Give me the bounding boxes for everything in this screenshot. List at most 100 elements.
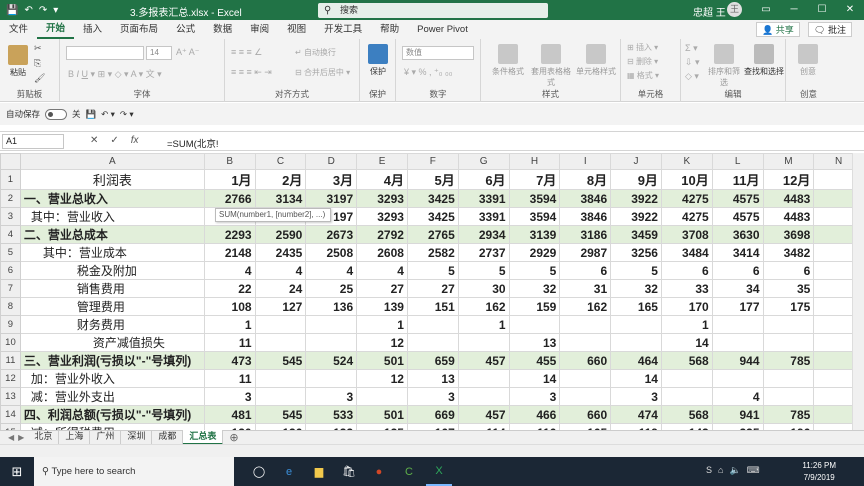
value-cell[interactable]: 4575	[711, 207, 764, 226]
share-button[interactable]: 👤 共享	[756, 22, 800, 37]
value-cell[interactable]	[762, 369, 815, 388]
value-cell[interactable]: 3	[203, 387, 256, 406]
store-icon[interactable]: 🛍	[336, 457, 362, 486]
copy-icon[interactable]: ⎘	[34, 58, 41, 71]
value-cell[interactable]: 3425	[406, 189, 459, 208]
value-cell[interactable]	[305, 369, 358, 388]
value-cell[interactable]: 3	[305, 387, 358, 406]
find-select-button[interactable]: 查找和选择	[744, 44, 784, 77]
ribbon-display-icon[interactable]: ▭	[752, 0, 780, 20]
sheet-tab[interactable]: 成都	[152, 430, 184, 445]
keyboard-icon[interactable]: ⌨	[747, 465, 760, 476]
autosave-toggle[interactable]	[45, 108, 68, 120]
sheet-prev-icon[interactable]: ◀	[8, 433, 14, 442]
value-cell[interactable]: 2792	[356, 225, 408, 244]
value-cell[interactable]: 9月	[610, 169, 662, 190]
row-label-cell[interactable]: 财务费用	[19, 315, 205, 334]
font-size-box[interactable]: 14	[146, 46, 172, 60]
value-cell[interactable]: 3186	[559, 225, 612, 244]
tab-8[interactable]: 开发工具	[315, 20, 371, 39]
customize-icon[interactable]: ▾	[53, 5, 58, 16]
table-format-button[interactable]: 套用表格格式	[531, 44, 571, 88]
row-header[interactable]: 9	[0, 315, 21, 334]
value-cell[interactable]: 33	[660, 279, 713, 298]
row-header[interactable]: 2	[0, 189, 21, 208]
value-cell[interactable]: 127	[254, 297, 307, 316]
value-cell[interactable]: 13	[508, 333, 561, 352]
sheet-tab[interactable]: 上海	[59, 430, 91, 445]
ime-icon[interactable]: S	[706, 465, 712, 476]
value-cell[interactable]: 175	[762, 297, 815, 316]
value-cell[interactable]: 177	[711, 297, 764, 316]
conditional-format-button[interactable]: 条件格式	[491, 44, 525, 77]
value-cell[interactable]: 3459	[610, 225, 662, 244]
value-cell[interactable]	[254, 315, 307, 334]
value-cell[interactable]	[762, 333, 815, 352]
value-cell[interactable]: 2508	[305, 243, 358, 262]
value-cell[interactable]: 170	[660, 297, 713, 316]
name-box[interactable]: A1	[2, 134, 64, 149]
sort-filter-button[interactable]: 排序和筛选	[705, 44, 743, 88]
value-cell[interactable]: 159	[508, 297, 561, 316]
tab-9[interactable]: 帮助	[371, 20, 408, 39]
value-cell[interactable]: 1	[356, 315, 408, 334]
column-header[interactable]: A	[19, 153, 205, 170]
value-cell[interactable]	[305, 315, 358, 334]
value-cell[interactable]: 3708	[660, 225, 713, 244]
value-cell[interactable]: 2435	[254, 243, 307, 262]
network-icon[interactable]: ⌂	[718, 465, 723, 476]
value-cell[interactable]: 32	[610, 279, 662, 298]
value-cell[interactable]: 32	[508, 279, 561, 298]
value-cell[interactable]: 4月	[356, 169, 408, 190]
powerpoint-icon[interactable]: ●	[366, 457, 392, 486]
value-cell[interactable]: 568	[660, 351, 713, 370]
value-cell[interactable]	[457, 333, 510, 352]
value-cell[interactable]: 5	[457, 261, 510, 280]
value-cell[interactable]: 481	[203, 405, 256, 424]
value-cell[interactable]	[457, 369, 510, 388]
wrap-text-button[interactable]: ↵ 自动换行	[295, 47, 336, 60]
value-cell[interactable]	[711, 333, 764, 352]
tab-7[interactable]: 视图	[278, 20, 315, 39]
increase-font-icon[interactable]: A⁺ A⁻	[176, 47, 200, 60]
value-cell[interactable]: 4275	[660, 189, 713, 208]
save-icon[interactable]: 💾	[86, 109, 97, 120]
file-explorer-icon[interactable]: ▆	[306, 457, 332, 486]
undo-icon[interactable]: ↶ ▾	[101, 109, 115, 120]
value-cell[interactable]: 4	[203, 261, 256, 280]
row-label-cell[interactable]: 其中：营业收入	[19, 207, 205, 226]
value-cell[interactable]: 457	[457, 405, 510, 424]
value-cell[interactable]: 3425	[406, 207, 459, 226]
value-cell[interactable]: 3	[406, 387, 459, 406]
value-cell[interactable]: 6	[711, 261, 764, 280]
value-cell[interactable]: 2737	[457, 243, 510, 262]
value-cell[interactable]: 3139	[508, 225, 561, 244]
row-header[interactable]: 14	[0, 405, 21, 424]
value-cell[interactable]: 3	[508, 387, 561, 406]
value-cell[interactable]: 3293	[356, 207, 408, 226]
value-cell[interactable]: 3484	[660, 243, 713, 262]
value-cell[interactable]: 3846	[559, 207, 612, 226]
value-cell[interactable]: 4275	[660, 207, 713, 226]
value-cell[interactable]: 3134	[254, 189, 307, 208]
sheet-tab[interactable]: 北京	[28, 430, 60, 445]
column-header[interactable]: C	[254, 153, 307, 170]
value-cell[interactable]: 30	[457, 279, 510, 298]
value-cell[interactable]: 6	[762, 261, 815, 280]
value-cell[interactable]: 10月	[660, 169, 713, 190]
paste-button[interactable]: 粘贴	[6, 45, 30, 78]
value-cell[interactable]: 4483	[762, 207, 815, 226]
edge-icon[interactable]: e	[276, 457, 302, 486]
tab-2[interactable]: 插入	[74, 20, 111, 39]
value-cell[interactable]: 12	[356, 369, 408, 388]
save-icon[interactable]: 💾	[6, 5, 18, 16]
value-cell[interactable]: 3846	[559, 189, 612, 208]
value-cell[interactable]: 4	[356, 261, 408, 280]
value-cell[interactable]: 4	[305, 261, 358, 280]
value-cell[interactable]	[457, 387, 510, 406]
autosum-icon[interactable]: Σ ▾	[685, 43, 698, 56]
cut-icon[interactable]: ✂	[34, 43, 42, 56]
value-cell[interactable]	[559, 369, 612, 388]
value-cell[interactable]: 660	[559, 405, 612, 424]
bold-icon[interactable]: B I U ▾ ⊞ ▾ ◇ ▾ A ▾ 文 ▾	[68, 67, 162, 80]
